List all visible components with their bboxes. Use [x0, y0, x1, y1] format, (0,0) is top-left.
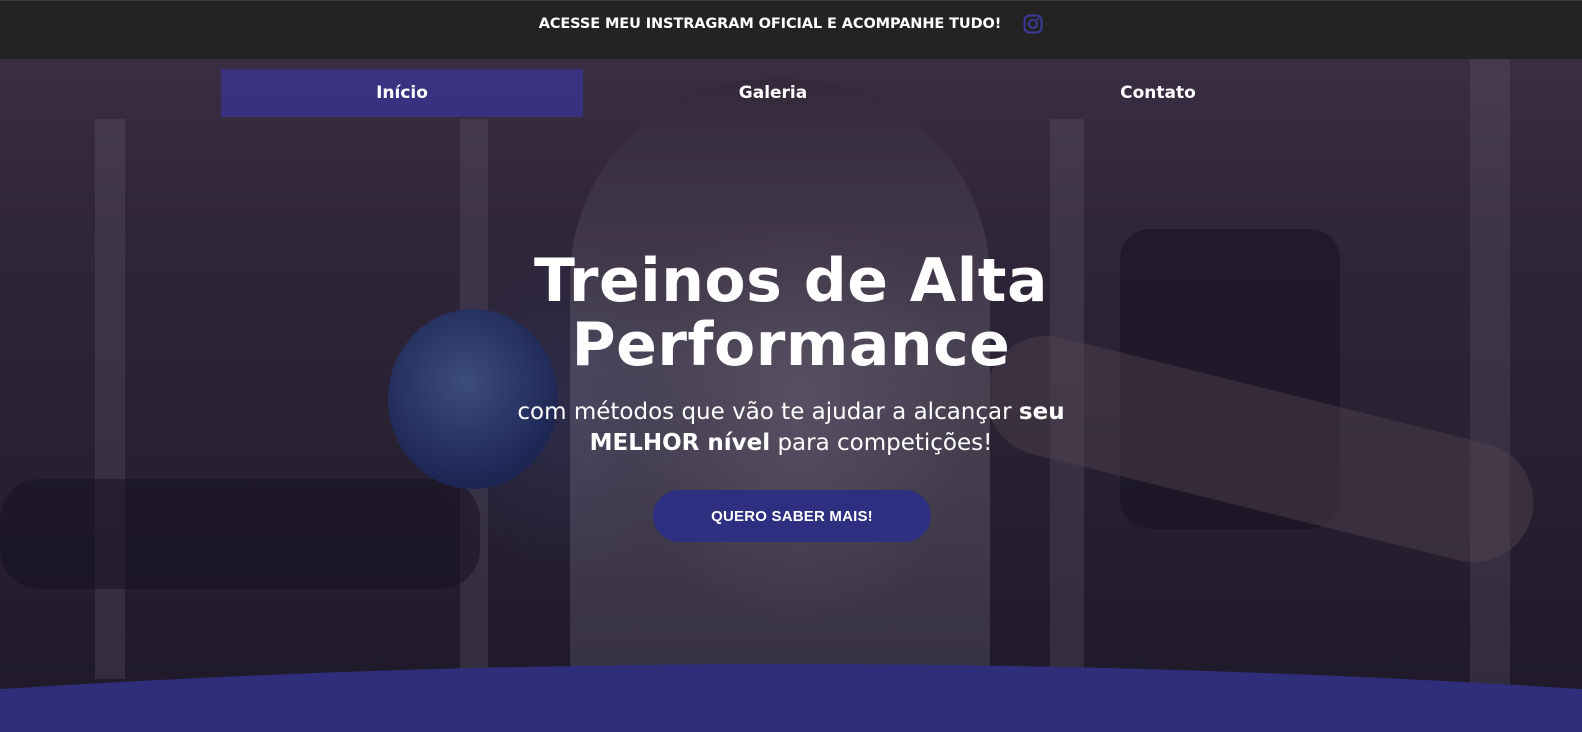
- hero-title: Treinos de Alta Performance: [391, 249, 1191, 377]
- hero-subtitle: com métodos que vão te ajudar a alcançar…: [441, 397, 1141, 459]
- main-nav: Início Galeria Contato: [0, 69, 1582, 117]
- nav-item-label: Contato: [1120, 83, 1196, 103]
- nav-item-inicio[interactable]: Início: [221, 69, 583, 117]
- hero-title-line2: Performance: [571, 310, 1011, 380]
- hero-overlay: [0, 59, 1582, 732]
- nav-item-contato[interactable]: Contato: [977, 69, 1339, 117]
- section-wave-divider: [0, 664, 1582, 732]
- hero-title-line1: Treinos de Alta: [534, 246, 1048, 316]
- hero-section: Início Galeria Contato Treinos de Alta P…: [0, 59, 1582, 732]
- hero-subtitle-bold2: MELHOR nível: [589, 430, 771, 456]
- cta-button[interactable]: QUERO SABER MAIS!: [653, 490, 931, 542]
- hero-subtitle-part2: para competições!: [770, 430, 993, 456]
- nav-item-label: Galeria: [738, 83, 808, 103]
- announcement-bar: ACESSE MEU INSTRAGRAM OFICIAL E ACOMPANH…: [0, 0, 1582, 59]
- nav-item-galeria[interactable]: Galeria: [592, 69, 954, 117]
- nav-item-label: Início: [376, 83, 428, 103]
- announcement-text: ACESSE MEU INSTRAGRAM OFICIAL E ACOMPANH…: [538, 16, 1002, 32]
- hero-subtitle-part1: com métodos que vão te ajudar a alcançar: [517, 399, 1019, 425]
- instagram-icon[interactable]: [1023, 14, 1043, 34]
- hero-subtitle-bold1: seu: [1018, 399, 1065, 425]
